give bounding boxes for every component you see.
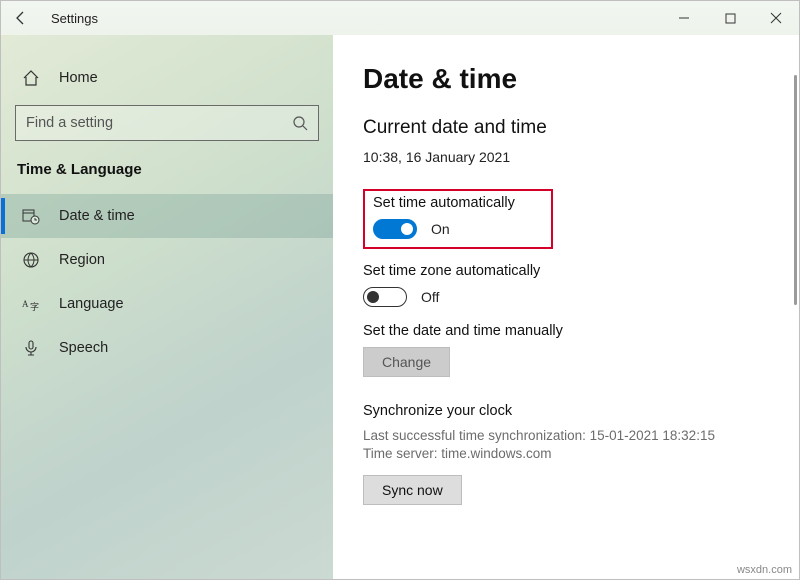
close-button[interactable] xyxy=(753,1,799,35)
sync-last-line: Last successful time synchronization: 15… xyxy=(363,427,769,445)
sync-heading: Synchronize your clock xyxy=(363,403,769,419)
set-tz-auto-state: Off xyxy=(421,289,439,305)
microphone-icon xyxy=(21,339,41,357)
minimize-button[interactable] xyxy=(661,1,707,35)
sidebar-item-speech[interactable]: Speech xyxy=(1,326,333,370)
sidebar-item-label: Region xyxy=(59,252,105,268)
sidebar-item-label: Date & time xyxy=(59,208,135,224)
set-tz-auto-toggle[interactable] xyxy=(363,287,407,307)
sidebar-item-label: Language xyxy=(59,296,124,312)
set-manual-label: Set the date and time manually xyxy=(363,323,769,339)
window-controls xyxy=(661,1,799,35)
sidebar-home[interactable]: Home xyxy=(1,63,333,97)
set-time-auto-toggle[interactable] xyxy=(373,219,417,239)
highlight-set-time-auto: Set time automatically On xyxy=(363,189,553,249)
current-datetime-value: 10:38, 16 January 2021 xyxy=(363,149,769,165)
sidebar-item-region[interactable]: Region xyxy=(1,238,333,282)
sidebar-item-label: Speech xyxy=(59,340,108,356)
search-box[interactable] xyxy=(15,105,319,141)
search-icon xyxy=(292,115,308,131)
set-time-auto-label: Set time automatically xyxy=(373,195,515,211)
svg-text:字: 字 xyxy=(30,301,39,312)
sync-info: Last successful time synchronization: 15… xyxy=(363,427,769,463)
sync-server-line: Time server: time.windows.com xyxy=(363,445,769,463)
sidebar-category: Time & Language xyxy=(1,159,333,194)
globe-icon xyxy=(21,251,41,269)
window-body: Home Time & Language Date & time Reg xyxy=(1,35,799,579)
language-icon: A字 xyxy=(21,295,41,313)
sidebar: Home Time & Language Date & time Reg xyxy=(1,35,333,579)
sidebar-item-date-time[interactable]: Date & time xyxy=(1,194,333,238)
titlebar: Settings xyxy=(1,1,799,35)
set-tz-auto-label: Set time zone automatically xyxy=(363,263,769,279)
watermark: wsxdn.com xyxy=(737,564,792,576)
section-current-datetime: Current date and time xyxy=(363,117,769,139)
maximize-button[interactable] xyxy=(707,1,753,35)
window-title: Settings xyxy=(51,11,98,26)
back-icon[interactable] xyxy=(9,10,33,26)
sidebar-item-language[interactable]: A字 Language xyxy=(1,282,333,326)
home-label: Home xyxy=(59,70,98,86)
change-button[interactable]: Change xyxy=(363,347,450,377)
search-input[interactable] xyxy=(26,115,292,131)
scrollbar[interactable] xyxy=(793,75,797,569)
calendar-clock-icon xyxy=(21,207,41,225)
set-time-auto-state: On xyxy=(431,221,450,237)
page-title: Date & time xyxy=(363,63,769,95)
svg-text:A: A xyxy=(22,299,29,309)
home-icon xyxy=(21,69,41,87)
settings-window: Settings Home xyxy=(0,0,800,580)
sync-now-button[interactable]: Sync now xyxy=(363,475,462,505)
content-pane: Date & time Current date and time 10:38,… xyxy=(333,35,799,579)
